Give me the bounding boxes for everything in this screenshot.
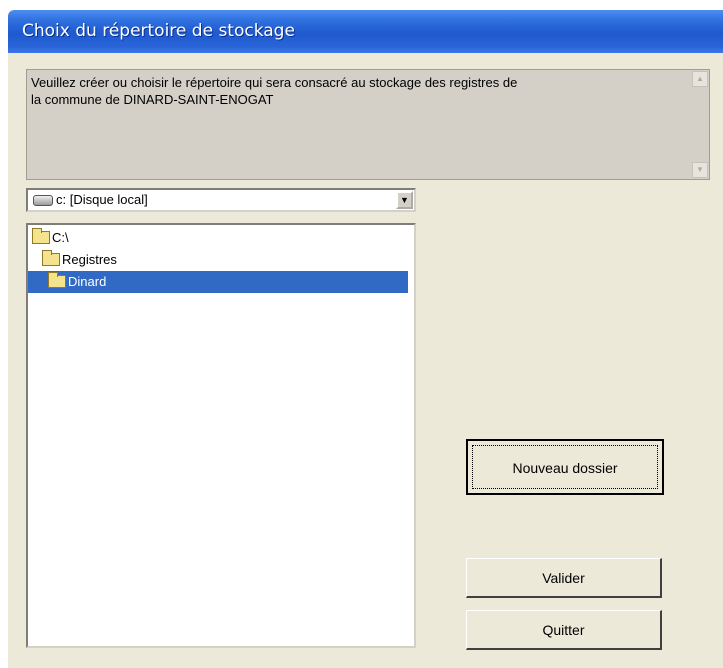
drive-icon bbox=[33, 195, 53, 206]
drive-select[interactable]: c: [Disque local] ▼ bbox=[26, 188, 416, 212]
message-box: Veuillez créer ou choisir le répertoire … bbox=[26, 69, 710, 180]
directory-label: Registres bbox=[62, 252, 117, 267]
directory-item-dinard[interactable]: Dinard bbox=[28, 271, 408, 293]
drive-label: c: [Disque local] bbox=[56, 192, 148, 207]
window-title: Choix du répertoire de stockage bbox=[22, 21, 295, 41]
new-folder-button[interactable]: Nouveau dossier bbox=[466, 439, 664, 495]
directory-list[interactable]: C:\ Registres Dinard bbox=[26, 223, 416, 648]
chevron-down-icon[interactable]: ▼ bbox=[396, 191, 413, 209]
dialog-window: Choix du répertoire de stockage Veuillez… bbox=[8, 10, 723, 668]
new-folder-button-label: Nouveau dossier bbox=[472, 445, 658, 489]
directory-label: C:\ bbox=[52, 230, 69, 245]
message-line-1: Veuillez créer ou choisir le répertoire … bbox=[31, 75, 518, 90]
scroll-down-button[interactable]: ▼ bbox=[692, 162, 708, 178]
scroll-up-button[interactable]: ▲ bbox=[692, 71, 708, 87]
open-folder-icon bbox=[48, 272, 66, 288]
message-line-2: la commune de DINARD-SAINT-ENOGAT bbox=[31, 92, 274, 107]
directory-item-registres[interactable]: Registres bbox=[28, 249, 408, 271]
quit-button[interactable]: Quitter bbox=[466, 610, 662, 650]
directory-label: Dinard bbox=[68, 274, 107, 289]
message-scrollbar[interactable]: ▲ ▼ bbox=[691, 70, 709, 179]
message-text: Veuillez créer ou choisir le répertoire … bbox=[31, 74, 681, 108]
validate-button[interactable]: Valider bbox=[466, 558, 662, 598]
title-bar[interactable]: Choix du répertoire de stockage bbox=[8, 10, 723, 53]
open-folder-icon bbox=[42, 250, 60, 266]
open-folder-icon bbox=[32, 228, 50, 244]
directory-item-root[interactable]: C:\ bbox=[28, 227, 408, 249]
